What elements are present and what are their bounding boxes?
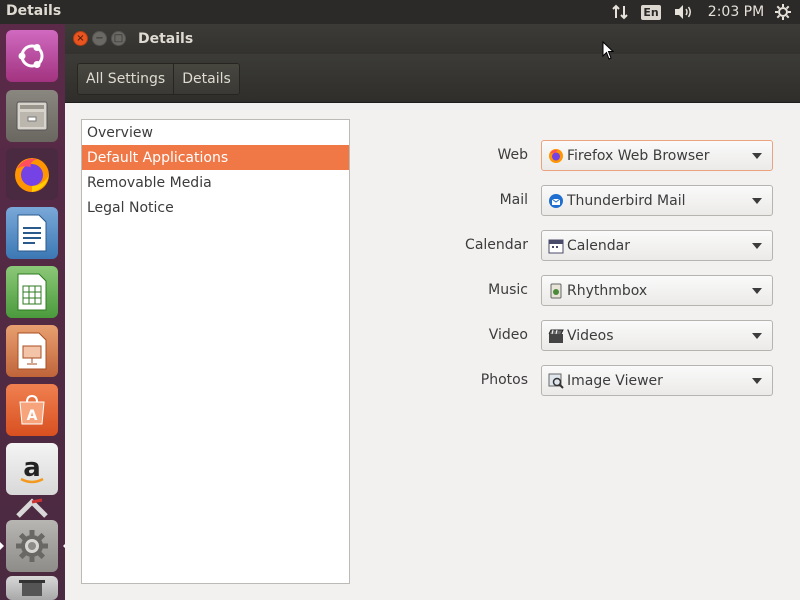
- details-window: × − □ Details All Settings Details Overv…: [65, 24, 800, 600]
- mail-combo-value: Thunderbird Mail: [567, 192, 686, 209]
- photos-combo-value: Image Viewer: [567, 372, 663, 389]
- clock[interactable]: 2:03 PM: [706, 2, 766, 22]
- firefox-icon: [548, 148, 564, 164]
- video-label: Video: [488, 327, 528, 343]
- mail-label: Mail: [499, 192, 528, 208]
- minimize-icon[interactable]: −: [92, 31, 107, 46]
- web-combo-value: Firefox Web Browser: [567, 147, 710, 164]
- videos-icon: [548, 328, 564, 344]
- details-crumb-button[interactable]: Details: [173, 64, 239, 94]
- image-viewer-icon: [548, 373, 564, 389]
- breadcrumb: All Settings Details: [77, 63, 240, 95]
- all-settings-button[interactable]: All Settings: [78, 64, 174, 94]
- sidebar-item-overview[interactable]: Overview: [82, 120, 349, 145]
- calendar-combo-value: Calendar: [567, 237, 630, 254]
- video-combo-value: Videos: [567, 327, 614, 344]
- libreoffice-impress-icon[interactable]: [6, 325, 58, 377]
- chevron-down-icon: [752, 378, 762, 384]
- sidebar-list: Overview Default Applications Removable …: [81, 119, 350, 584]
- sidebar-item-removable-media[interactable]: Removable Media: [82, 170, 349, 195]
- keyboard-language-icon[interactable]: En: [640, 2, 662, 22]
- svg-text:a: a: [23, 453, 41, 483]
- top-panel: Details En 2:03 PM: [0, 0, 800, 24]
- system-settings-icon[interactable]: [0, 520, 67, 572]
- trash-icon[interactable]: [6, 576, 58, 600]
- web-combo[interactable]: Firefox Web Browser: [541, 140, 773, 171]
- network-icon[interactable]: [608, 2, 632, 22]
- sidebar-item-legal-notice[interactable]: Legal Notice: [82, 195, 349, 220]
- language-indicator: En: [641, 4, 661, 20]
- calendar-label: Calendar: [465, 237, 528, 253]
- video-combo[interactable]: Videos: [541, 320, 773, 351]
- window-titlebar[interactable]: × − □ Details: [65, 24, 800, 54]
- header-bar: All Settings Details: [65, 54, 800, 103]
- chevron-down-icon: [752, 153, 762, 159]
- system-gear-icon[interactable]: [772, 2, 794, 22]
- amazon-icon[interactable]: a: [6, 443, 58, 495]
- libreoffice-calc-icon[interactable]: [6, 266, 58, 318]
- calendar-combo[interactable]: Calendar: [541, 230, 773, 261]
- rhythmbox-icon: [548, 283, 564, 299]
- photos-label: Photos: [480, 372, 528, 388]
- sidebar-item-default-applications[interactable]: Default Applications: [82, 145, 349, 170]
- sound-icon[interactable]: [672, 2, 696, 22]
- libreoffice-writer-icon[interactable]: [6, 207, 58, 259]
- top-panel-app-title: Details: [6, 3, 62, 19]
- firefox-icon[interactable]: [6, 148, 58, 200]
- web-label: Web: [497, 147, 528, 163]
- calendar-icon: [548, 238, 564, 254]
- mouse-cursor-icon: [602, 40, 616, 61]
- thunderbird-icon: [548, 193, 564, 209]
- launcher: A a: [0, 24, 67, 600]
- music-combo-value: Rhythmbox: [567, 282, 648, 299]
- chevron-down-icon: [752, 333, 762, 339]
- software-center-icon[interactable]: A: [6, 384, 58, 436]
- maximize-icon[interactable]: □: [111, 31, 126, 46]
- close-icon[interactable]: ×: [73, 31, 88, 46]
- svg-text:A: A: [27, 408, 38, 424]
- window-title: Details: [138, 31, 194, 47]
- photos-combo[interactable]: Image Viewer: [541, 365, 773, 396]
- chevron-down-icon: [752, 198, 762, 204]
- mail-combo[interactable]: Thunderbird Mail: [541, 185, 773, 216]
- music-combo[interactable]: Rhythmbox: [541, 275, 773, 306]
- ubuntu-dash-icon[interactable]: [6, 30, 58, 82]
- chevron-down-icon: [752, 243, 762, 249]
- music-label: Music: [488, 282, 528, 298]
- launcher-partial-tool-icon: [6, 498, 58, 518]
- files-icon[interactable]: [6, 90, 58, 142]
- chevron-down-icon: [752, 288, 762, 294]
